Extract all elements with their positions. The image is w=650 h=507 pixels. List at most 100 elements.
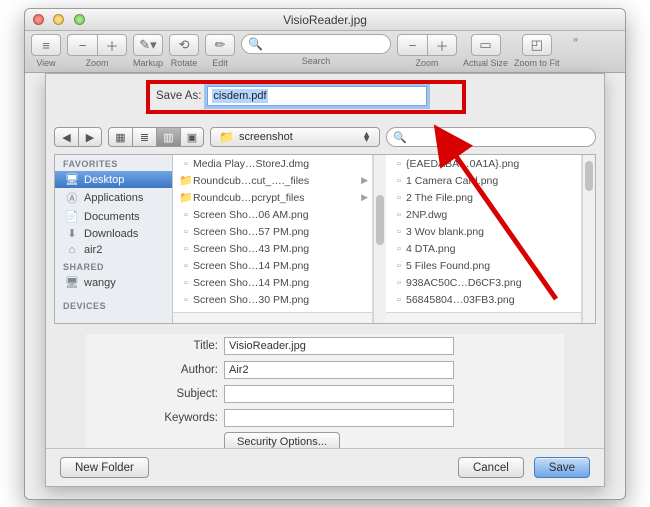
file-icon: ▫ bbox=[179, 158, 193, 170]
title-value: VisioReader.jpg bbox=[229, 340, 306, 352]
file-name: 2 The File.png bbox=[406, 192, 577, 204]
save-as-row: Save As: cisdem.pdf bbox=[156, 86, 427, 106]
file-name: 4 DTA.png bbox=[406, 243, 577, 255]
sidebar-item-downloads[interactable]: ⬇Downloads bbox=[55, 225, 172, 242]
file-row[interactable]: ▫Media Play…StoreJ.dmg bbox=[173, 155, 372, 172]
file-row[interactable]: ▫{EAEDABA…0A1A}.png bbox=[386, 155, 581, 172]
file-name: Screen Sho…14 PM.png bbox=[193, 260, 368, 272]
sidebar-item-air2[interactable]: ⌂air2 bbox=[55, 242, 172, 258]
file-name: Screen Sho…57 PM.png bbox=[193, 226, 368, 238]
close-window-button[interactable] bbox=[33, 14, 44, 25]
zoom-window-button[interactable] bbox=[74, 14, 85, 25]
browser-search-field[interactable]: 🔍 bbox=[386, 127, 596, 147]
column-1-scrollbar[interactable] bbox=[373, 155, 386, 323]
toolbar-zoom-label: Zoom bbox=[85, 58, 108, 68]
zoom-in-button-2[interactable]: ＋ bbox=[427, 34, 457, 56]
file-row[interactable]: ▫1 Camera Card.png bbox=[386, 172, 581, 189]
folder-icon: 📁 bbox=[219, 130, 234, 144]
title-field[interactable]: VisioReader.jpg bbox=[224, 337, 454, 355]
sidebar-item-applications[interactable]: ⒶApplications bbox=[55, 188, 172, 208]
save-button[interactable]: Save bbox=[534, 457, 590, 478]
column-resize-handle[interactable] bbox=[173, 312, 372, 323]
toolbar-overflow-button[interactable]: » bbox=[566, 34, 586, 44]
folder-icon: 📁 bbox=[179, 191, 193, 204]
toolbar-search-field[interactable]: 🔍 bbox=[241, 34, 391, 54]
view-column-mode[interactable]: ▥ bbox=[156, 127, 180, 147]
sidebar-icon: 📄 bbox=[65, 210, 79, 223]
file-row[interactable]: ▫Screen Sho…57 PM.png bbox=[173, 223, 372, 240]
file-icon: ▫ bbox=[392, 260, 406, 272]
sidebar-shared-wangy[interactable]: 🖥wangy bbox=[55, 274, 172, 291]
file-icon: ▫ bbox=[392, 277, 406, 289]
view-list-mode[interactable]: ≣ bbox=[132, 127, 156, 147]
file-row[interactable]: ▫3 Wov blank.png bbox=[386, 223, 581, 240]
window-title: VisioReader.jpg bbox=[283, 13, 367, 27]
new-folder-button[interactable]: New Folder bbox=[60, 457, 149, 478]
column-resize-handle[interactable] bbox=[386, 312, 581, 323]
main-toolbar: ≡ View − ＋ Zoom ✎▾ Markup ⟲ Rotate ✏ bbox=[25, 31, 625, 73]
file-row[interactable]: ▫Screen Sho…43 PM.png bbox=[173, 240, 372, 257]
file-row[interactable]: ▫Screen Sho…06 AM.png bbox=[173, 206, 372, 223]
keywords-field[interactable] bbox=[224, 409, 454, 427]
toolbar-view-label: View bbox=[36, 58, 55, 68]
file-row[interactable]: ▫4 DTA.png bbox=[386, 240, 581, 257]
rotate-button[interactable]: ⟲ bbox=[169, 34, 199, 56]
edit-button[interactable]: ✏ bbox=[205, 34, 235, 56]
toolbar-rotate-label: Rotate bbox=[171, 58, 198, 68]
file-icon: ▫ bbox=[179, 243, 193, 255]
dialog-footer: New Folder Cancel Save bbox=[46, 448, 604, 486]
file-row[interactable]: ▫Screen Sho…14 PM.png bbox=[173, 257, 372, 274]
folder-path-popup[interactable]: 📁 screenshot ▲▼ bbox=[210, 127, 380, 147]
file-row[interactable]: ▫Screen Sho…14 PM.png bbox=[173, 274, 372, 291]
sidebar-item-label: Documents bbox=[84, 211, 140, 223]
author-field[interactable]: Air2 bbox=[224, 361, 454, 379]
cancel-button[interactable]: Cancel bbox=[458, 457, 524, 478]
sidebar-item-desktop[interactable]: 🖥Desktop bbox=[55, 171, 172, 188]
file-row[interactable]: 📁Roundcub…pcrypt_files▶ bbox=[173, 189, 372, 206]
file-row[interactable]: 📁Roundcub…cut_…._files▶ bbox=[173, 172, 372, 189]
sidebar-item-label: Applications bbox=[84, 192, 143, 204]
file-row[interactable]: ▫56845804…03FB3.png bbox=[386, 291, 581, 308]
zoom-out-button[interactable]: − bbox=[67, 34, 97, 56]
file-column-2: ▫{EAEDABA…0A1A}.png▫1 Camera Card.png▫2 … bbox=[386, 155, 582, 323]
author-value: Air2 bbox=[229, 364, 249, 376]
zoom-out-button-2[interactable]: − bbox=[397, 34, 427, 56]
zoom-in-button[interactable]: ＋ bbox=[97, 34, 127, 56]
file-row[interactable]: ▫2 The File.png bbox=[386, 189, 581, 206]
toolbar-actual-label: Actual Size bbox=[463, 58, 508, 68]
folder-path-label: screenshot bbox=[239, 131, 293, 143]
sidebar-icon: 🖥 bbox=[65, 173, 79, 186]
search-icon: 🔍 bbox=[393, 131, 407, 144]
back-button[interactable]: ◀ bbox=[54, 127, 78, 147]
file-row[interactable]: ▫938AC50C…D6CF3.png bbox=[386, 274, 581, 291]
view-coverflow-mode[interactable]: ▣ bbox=[180, 127, 204, 147]
file-icon: ▫ bbox=[392, 175, 406, 187]
column-2-scrollbar[interactable] bbox=[582, 155, 595, 323]
zoom-to-fit-button[interactable]: ◰ bbox=[522, 34, 552, 56]
toolbar-markup-label: Markup bbox=[133, 58, 163, 68]
view-toggle-button[interactable]: ≡ bbox=[31, 34, 61, 56]
file-name: Screen Sho…30 PM.png bbox=[193, 294, 368, 306]
file-row[interactable]: ▫Screen Sho…30 PM.png bbox=[173, 291, 372, 308]
sidebar-item-label: Downloads bbox=[84, 228, 138, 240]
file-name: Roundcub…cut_…._files bbox=[193, 175, 357, 187]
subject-field[interactable] bbox=[224, 385, 454, 403]
forward-button[interactable]: ▶ bbox=[78, 127, 102, 147]
file-icon: ▫ bbox=[392, 192, 406, 204]
markup-button[interactable]: ✎▾ bbox=[133, 34, 163, 56]
sidebar-favorites-head: FAVORITES bbox=[55, 155, 172, 171]
save-sheet: Save As: cisdem.pdf ◀ ▶ ▦ ≣ ▥ ▣ 📁 screen… bbox=[45, 73, 605, 487]
file-name: Roundcub…pcrypt_files bbox=[193, 192, 357, 204]
minimize-window-button[interactable] bbox=[53, 14, 64, 25]
save-as-filename-field[interactable]: cisdem.pdf bbox=[207, 86, 427, 106]
toolbar-edit-label: Edit bbox=[212, 58, 228, 68]
sidebar-icon: ⌂ bbox=[65, 244, 79, 256]
toolbar-search-label: Search bbox=[302, 56, 331, 66]
sidebar-item-documents[interactable]: 📄 Documents bbox=[55, 208, 172, 225]
author-label: Author: bbox=[86, 364, 218, 376]
view-icon-mode[interactable]: ▦ bbox=[108, 127, 132, 147]
sidebar-shared-head: SHARED bbox=[55, 258, 172, 274]
file-row[interactable]: ▫5 Files Found.png bbox=[386, 257, 581, 274]
file-row[interactable]: ▫2NP.dwg bbox=[386, 206, 581, 223]
actual-size-button[interactable]: ▭ bbox=[471, 34, 501, 56]
